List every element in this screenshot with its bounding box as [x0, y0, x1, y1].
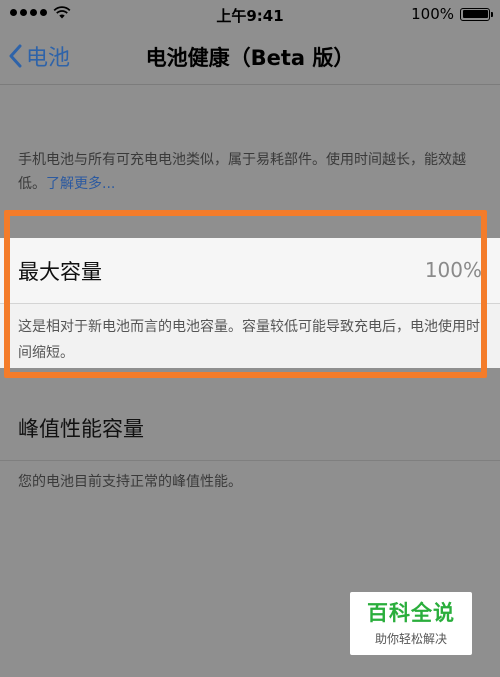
- learn-more-link[interactable]: 了解更多...: [46, 176, 115, 192]
- watermark-sub: 助你轻松解决: [374, 632, 447, 646]
- battery-health-screen: 上午9:41 100% 电池 电池健康（Beta 版） 手机电池与所有可充电电池…: [0, 0, 500, 677]
- battery-fill: [462, 10, 488, 18]
- peak-performance-row: 峰值性能容量: [0, 395, 500, 460]
- watermark-main: 百科全说: [367, 601, 455, 625]
- battery-percent: 100%: [411, 5, 454, 23]
- nav-divider: [0, 84, 500, 85]
- peak-performance-label: 峰值性能容量: [18, 417, 144, 441]
- status-right: 100%: [411, 5, 493, 23]
- peak-performance-description: 您的电池目前支持正常的峰值性能。: [18, 474, 242, 490]
- highlight-box: [4, 210, 487, 378]
- battery-icon: [460, 7, 493, 21]
- peak-divider: [0, 460, 500, 461]
- page-title: 电池健康（Beta 版）: [145, 46, 355, 70]
- nav-bar: 电池 电池健康（Beta 版）: [0, 30, 500, 85]
- info-text: 手机电池与所有可充电电池类似，属于易耗部件。使用时间越长，能效越低。了解更多..…: [18, 148, 488, 196]
- watermark-logo: 百科全说 助你轻松解决: [350, 592, 472, 655]
- status-bar: 上午9:41 100%: [0, 0, 500, 30]
